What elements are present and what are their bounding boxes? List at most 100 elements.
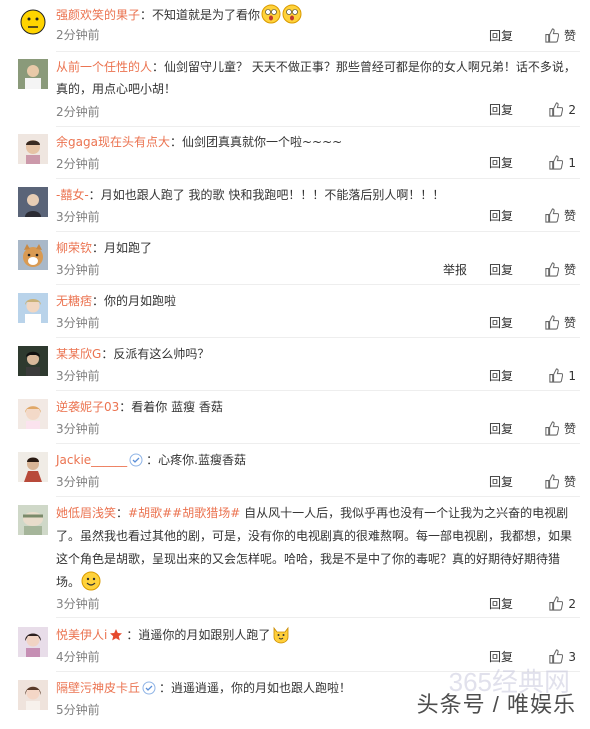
comment-text: 反派有这么帅吗？ — [113, 347, 210, 361]
username-link[interactable]: 强颜欢笑的果子 — [56, 8, 140, 22]
like-button[interactable]: 1 — [548, 368, 576, 384]
comment-time: 3分钟前 — [56, 263, 100, 277]
username-link[interactable]: 隔壁污神皮卡丘 — [56, 681, 140, 695]
thumbs-up-icon — [545, 421, 559, 436]
comment-time: 2分钟前 — [56, 105, 100, 119]
username-link[interactable]: 余gaga现在头有点大 — [56, 135, 170, 149]
like-button[interactable]: 赞 — [544, 262, 576, 278]
comment-text: 月如也跟人跑了 我的歌 快和我跑吧！！！不能落后别人啊！！！ — [100, 188, 445, 202]
comment-item: 逆袭妮子03：看着你 蓝瘦 香菇 3分钟前 回复 赞 — [0, 396, 590, 444]
star-badge-icon — [109, 627, 123, 641]
watermark-author: 头条号 / 唯娱乐 — [416, 692, 576, 717]
divider — [56, 51, 580, 52]
like-count: 1 — [568, 156, 576, 170]
comment-time: 3分钟前 — [56, 316, 100, 330]
thumbs-up-icon — [545, 262, 559, 277]
avatar[interactable] — [18, 627, 48, 657]
avatar[interactable] — [18, 240, 48, 270]
like-label: 赞 — [563, 475, 576, 489]
comment-item: -囍女-：月如也跟人跑了 我的歌 快和我跑吧！！！不能落后别人啊！！！ 3分钟前… — [0, 184, 590, 232]
user-avatar-icon — [18, 505, 48, 535]
comment-content: Jackie______ ：心疼你.蓝瘦香菇 — [56, 452, 246, 467]
comment-content: 余gaga现在头有点大：仙剑团真真就你一个啦~~~~ — [56, 135, 343, 149]
reply-button[interactable]: 回复 — [489, 208, 513, 224]
divider — [56, 617, 580, 618]
comment-content: 强颜欢笑的果子：不知道就是为了看你 — [56, 4, 580, 26]
comment-item: 无糖痞：你的月如跑啦 3分钟前 回复 赞 — [0, 290, 590, 338]
user-avatar-icon — [18, 627, 48, 657]
username-link[interactable]: 悦美伊人i — [56, 628, 107, 642]
username-link[interactable]: 某某欣G — [56, 347, 101, 361]
username-link[interactable]: 逆袭妮子03 — [56, 400, 119, 414]
verified-badge-icon — [129, 452, 143, 467]
smile-emoji-icon — [81, 571, 101, 591]
user-avatar-icon — [18, 187, 48, 217]
reply-button[interactable]: 回复 — [489, 596, 513, 612]
like-label: 赞 — [563, 422, 576, 436]
like-label: 赞 — [563, 209, 576, 223]
comment-content: 她低眉浅笑：#胡歌##胡歌猎场# 自从风十一人后，我似乎再也没有一个让我为之兴奋… — [56, 506, 573, 591]
reply-button[interactable]: 回复 — [489, 262, 513, 278]
comment-time: 5分钟前 — [56, 703, 100, 717]
avatar[interactable] — [18, 59, 48, 89]
comment-content: 某某欣G：反派有这么帅吗？ — [56, 347, 210, 361]
reply-button[interactable]: 回复 — [489, 155, 513, 171]
comment-item: 从前一个任性的人：仙剑留守儿童？ 天天不做正事？那些曾经可都是你的女人啊兄弟！话… — [0, 56, 590, 128]
avatar[interactable] — [18, 399, 48, 429]
like-button[interactable]: 赞 — [544, 208, 576, 224]
comment-time: 2分钟前 — [56, 157, 100, 171]
hashtag-link[interactable]: #胡歌# — [128, 506, 172, 520]
avatar[interactable] — [18, 452, 48, 482]
avatar[interactable] — [18, 7, 48, 37]
report-button[interactable]: 举报 — [443, 262, 467, 278]
like-button[interactable]: 2 — [548, 102, 576, 118]
username-link[interactable]: 无糖痞 — [56, 294, 92, 308]
like-button[interactable]: 赞 — [544, 474, 576, 490]
user-avatar-icon — [18, 399, 48, 429]
comment-text: 你的月如跑啦 — [104, 294, 177, 308]
comment-content: -囍女-：月如也跟人跑了 我的歌 快和我跑吧！！！不能落后别人啊！！！ — [56, 188, 445, 202]
thumbs-up-icon — [545, 208, 559, 223]
like-label: 赞 — [563, 263, 576, 277]
avatar[interactable] — [18, 293, 48, 323]
like-count: 2 — [568, 103, 576, 117]
user-avatar-icon — [18, 346, 48, 376]
like-button[interactable]: 赞 — [544, 315, 576, 331]
divider — [56, 126, 580, 127]
username-link[interactable]: 从前一个任性的人 — [56, 60, 152, 74]
comment-time: 2分钟前 — [56, 28, 100, 42]
avatar[interactable] — [18, 134, 48, 164]
like-button[interactable]: 1 — [548, 155, 576, 171]
username-link[interactable]: 她低眉浅笑 — [56, 506, 116, 520]
comment-content: 柳荣钦：月如跑了 — [56, 241, 153, 255]
reply-button[interactable]: 回复 — [489, 421, 513, 437]
thumbs-up-icon — [549, 155, 564, 170]
username-link[interactable]: Jackie______ — [56, 453, 127, 467]
reply-button[interactable]: 回复 — [489, 102, 513, 118]
avatar[interactable] — [18, 680, 48, 710]
comment-content: 无糖痞：你的月如跑啦 — [56, 294, 177, 308]
divider — [56, 231, 580, 232]
comment-item: 余gaga现在头有点大：仙剑团真真就你一个啦~~~~ 2分钟前 回复 1 — [0, 131, 590, 179]
comment-item: 强颜欢笑的果子：不知道就是为了看你 2分钟前 回复 赞 — [0, 4, 590, 52]
reply-button[interactable]: 回复 — [489, 368, 513, 384]
hashtag-link[interactable]: #胡歌猎场# — [172, 506, 240, 520]
like-count: 2 — [568, 597, 576, 611]
reply-button[interactable]: 回复 — [489, 315, 513, 331]
comment-time: 3分钟前 — [56, 210, 100, 224]
avatar[interactable] — [18, 346, 48, 376]
user-avatar-icon — [18, 452, 48, 482]
avatar[interactable] — [18, 187, 48, 217]
like-button[interactable]: 赞 — [544, 28, 576, 44]
avatar[interactable] — [18, 505, 48, 535]
divider — [56, 178, 580, 179]
thumbs-up-icon — [549, 102, 564, 117]
thumbs-up-icon — [549, 596, 564, 611]
reply-button[interactable]: 回复 — [489, 474, 513, 490]
like-button[interactable]: 赞 — [544, 421, 576, 437]
reply-button[interactable]: 回复 — [489, 28, 513, 44]
username-link[interactable]: 柳荣钦 — [56, 241, 92, 255]
username-link[interactable]: -囍女- — [56, 188, 89, 202]
like-button[interactable]: 2 — [548, 596, 576, 612]
comment-item: 她低眉浅笑：#胡歌##胡歌猎场# 自从风十一人后，我似乎再也没有一个让我为之兴奋… — [0, 502, 590, 619]
